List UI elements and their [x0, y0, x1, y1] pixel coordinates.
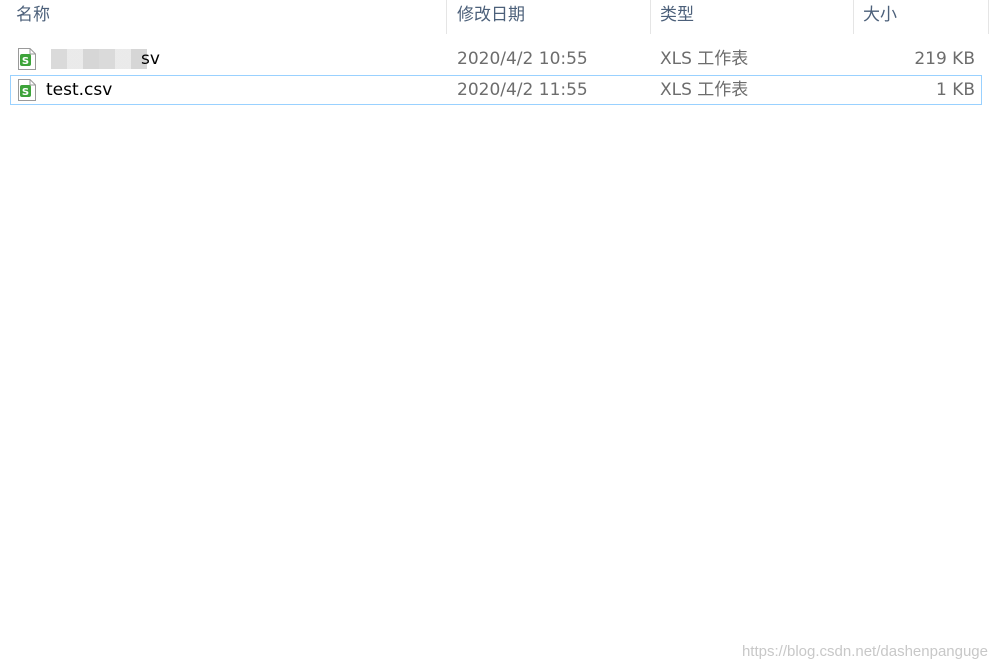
file-name: test.csv	[46, 80, 113, 100]
column-divider[interactable]	[988, 0, 989, 34]
file-modified-date: 2020/4/2 11:55	[457, 80, 588, 100]
file-row-selected[interactable]: S test.csv 2020/4/2 11:55 XLS 工作表 1 KB	[10, 75, 982, 105]
redacted-filename	[51, 49, 147, 69]
file-modified-date: 2020/4/2 10:55	[457, 49, 588, 69]
column-header-size[interactable]: 大小	[853, 0, 988, 34]
column-header-bar: 名称 修改日期 类型 大小	[0, 0, 998, 34]
svg-text:S: S	[22, 87, 29, 98]
column-header-type[interactable]: 类型	[650, 0, 853, 34]
file-size: 219 KB	[914, 49, 975, 69]
file-name: sv	[141, 49, 160, 69]
file-size: 1 KB	[935, 80, 975, 100]
watermark-text: https://blog.csdn.net/dashenpanguge	[741, 643, 988, 660]
spreadsheet-file-icon: S	[18, 79, 36, 101]
svg-text:S: S	[22, 56, 29, 67]
column-header-name[interactable]: 名称	[6, 0, 446, 34]
file-row[interactable]: S sv 2020/4/2 10:55 XLS 工作表 219 KB	[10, 44, 982, 74]
column-header-date[interactable]: 修改日期	[447, 0, 650, 34]
file-type: XLS 工作表	[660, 80, 749, 100]
spreadsheet-file-icon: S	[18, 48, 36, 70]
file-type: XLS 工作表	[660, 49, 749, 69]
